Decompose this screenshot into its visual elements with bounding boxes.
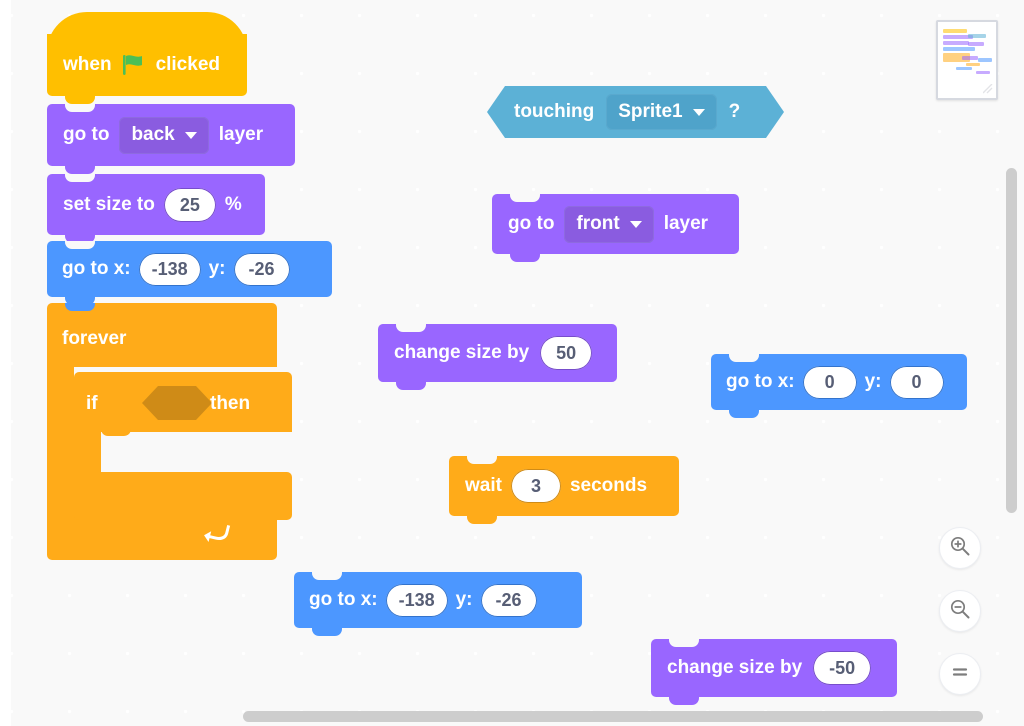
zoom-out-icon: [949, 598, 971, 625]
change-size-value-input[interactable]: -50: [813, 651, 872, 685]
notch-top: [65, 104, 95, 112]
if-label: if: [86, 393, 98, 414]
notch-bottom: [669, 697, 699, 705]
zoom-reset-button[interactable]: [939, 653, 981, 695]
loop-arrow-icon: [204, 519, 234, 552]
zoom-in-icon: [949, 535, 971, 562]
block-wait-seconds[interactable]: wait 3 seconds: [449, 456, 679, 524]
go-to-x-label: go to x:: [309, 589, 378, 610]
notch-top: [467, 456, 497, 464]
notch-bottom: [467, 516, 497, 524]
minimap-block: [962, 56, 978, 60]
y-label: y:: [208, 258, 226, 279]
minimap-block: [956, 67, 972, 70]
set-size-value-input[interactable]: 25: [163, 187, 216, 222]
go-to-label: go to: [508, 213, 555, 234]
set-size-label: set size to: [63, 193, 155, 215]
minimap-block: [976, 71, 990, 74]
hat-bottom-notch: [65, 96, 95, 104]
notch-top: [510, 194, 540, 202]
block-change-size-by-50[interactable]: change size by 50: [378, 324, 617, 390]
if-mouth-notch: [101, 428, 131, 436]
forever-label: forever: [62, 328, 127, 349]
layer-dropdown-value: front: [576, 213, 620, 234]
notch-bottom: [65, 166, 95, 174]
change-size-value-input[interactable]: 50: [540, 336, 593, 370]
green-flag-icon: [121, 54, 147, 76]
horizontal-scrollbar-thumb[interactable]: [243, 711, 983, 722]
change-size-label: change size by: [394, 342, 530, 363]
notch-bottom: [396, 382, 426, 390]
then-label: then: [210, 393, 251, 414]
layer-dropdown-front[interactable]: front: [564, 205, 654, 243]
wait-duration-input[interactable]: 3: [510, 469, 561, 503]
x-value-input[interactable]: -138: [138, 252, 201, 286]
go-to-x-label: go to x:: [726, 371, 795, 392]
notch-top: [669, 639, 699, 647]
y-value-input[interactable]: -26: [233, 252, 290, 286]
if-left-spine: [74, 428, 101, 476]
go-to-label: go to: [63, 124, 110, 145]
saved-y-input[interactable]: -26: [480, 583, 537, 617]
notch-top: [396, 324, 426, 332]
notch-bottom: [312, 628, 342, 636]
workspace-left-margin: [0, 0, 11, 726]
clicked-label: clicked: [155, 54, 220, 75]
layer-label: layer: [663, 213, 709, 234]
notch-top: [312, 572, 342, 580]
minimap-block: [943, 41, 969, 45]
minimap-resize-icon: [982, 81, 993, 94]
go-to-x-label: go to x:: [62, 258, 131, 279]
zoom-out-button[interactable]: [939, 590, 981, 632]
minimap-block: [943, 47, 975, 51]
block-when-flag-clicked[interactable]: when clicked: [47, 12, 247, 104]
notch-bottom: [510, 254, 540, 262]
layer-dropdown-value: back: [131, 124, 175, 145]
seconds-label: seconds: [569, 475, 648, 496]
block-set-size-to[interactable]: set size to 25 %: [47, 174, 265, 243]
when-label: when: [63, 54, 112, 75]
percent-label: %: [224, 193, 242, 215]
minimap-block: [978, 58, 992, 62]
zoom-reset-icon: [949, 661, 971, 688]
forever-left-spine: [47, 363, 74, 513]
block-go-to-saved-xy[interactable]: go to x: -138 y: -26: [294, 572, 582, 636]
chevron-down-icon: [692, 108, 705, 116]
touching-question-mark: ?: [728, 101, 741, 122]
workspace-minimap[interactable]: [936, 20, 998, 100]
wait-label: wait: [465, 475, 502, 496]
chevron-down-icon: [184, 131, 197, 139]
chevron-down-icon: [629, 220, 642, 228]
change-size-label: change size by: [667, 657, 803, 678]
block-go-to-origin[interactable]: go to x: 0 y: 0: [711, 354, 967, 418]
notch-top: [729, 354, 759, 362]
origin-x-input[interactable]: 0: [802, 365, 857, 399]
touching-target-value: Sprite1: [618, 101, 683, 122]
block-go-to-front-layer[interactable]: go to front layer: [492, 194, 739, 262]
block-if-then[interactable]: if then: [74, 372, 292, 524]
block-go-to-back-layer[interactable]: go to back layer: [47, 104, 295, 174]
y-label: y:: [864, 371, 882, 392]
saved-x-input[interactable]: -138: [385, 583, 448, 617]
notch-top: [65, 241, 95, 249]
layer-dropdown-back[interactable]: back: [119, 116, 209, 154]
minimap-block: [968, 42, 984, 46]
block-change-size-by-minus-50[interactable]: change size by -50: [651, 639, 897, 705]
touching-label: touching: [514, 101, 595, 122]
notch-top: [65, 174, 95, 182]
layer-label: layer: [218, 124, 264, 145]
block-touching-sprite[interactable]: touching Sprite1 ?: [487, 86, 784, 138]
block-go-to-xy-main[interactable]: go to x: -138 y: -26: [47, 241, 332, 305]
if-bottom-bar: [74, 472, 292, 520]
touching-target-dropdown[interactable]: Sprite1: [606, 94, 717, 130]
blocks-workspace[interactable]: when clicked go to back layer set size t…: [0, 0, 1024, 726]
zoom-in-button[interactable]: [939, 527, 981, 569]
vertical-scrollbar-thumb[interactable]: [1006, 168, 1017, 513]
minimap-block: [966, 63, 980, 66]
y-label: y:: [455, 589, 473, 610]
minimap-block: [943, 29, 967, 33]
minimap-block: [968, 34, 986, 38]
origin-y-input[interactable]: 0: [889, 365, 944, 399]
notch-bottom: [729, 410, 759, 418]
